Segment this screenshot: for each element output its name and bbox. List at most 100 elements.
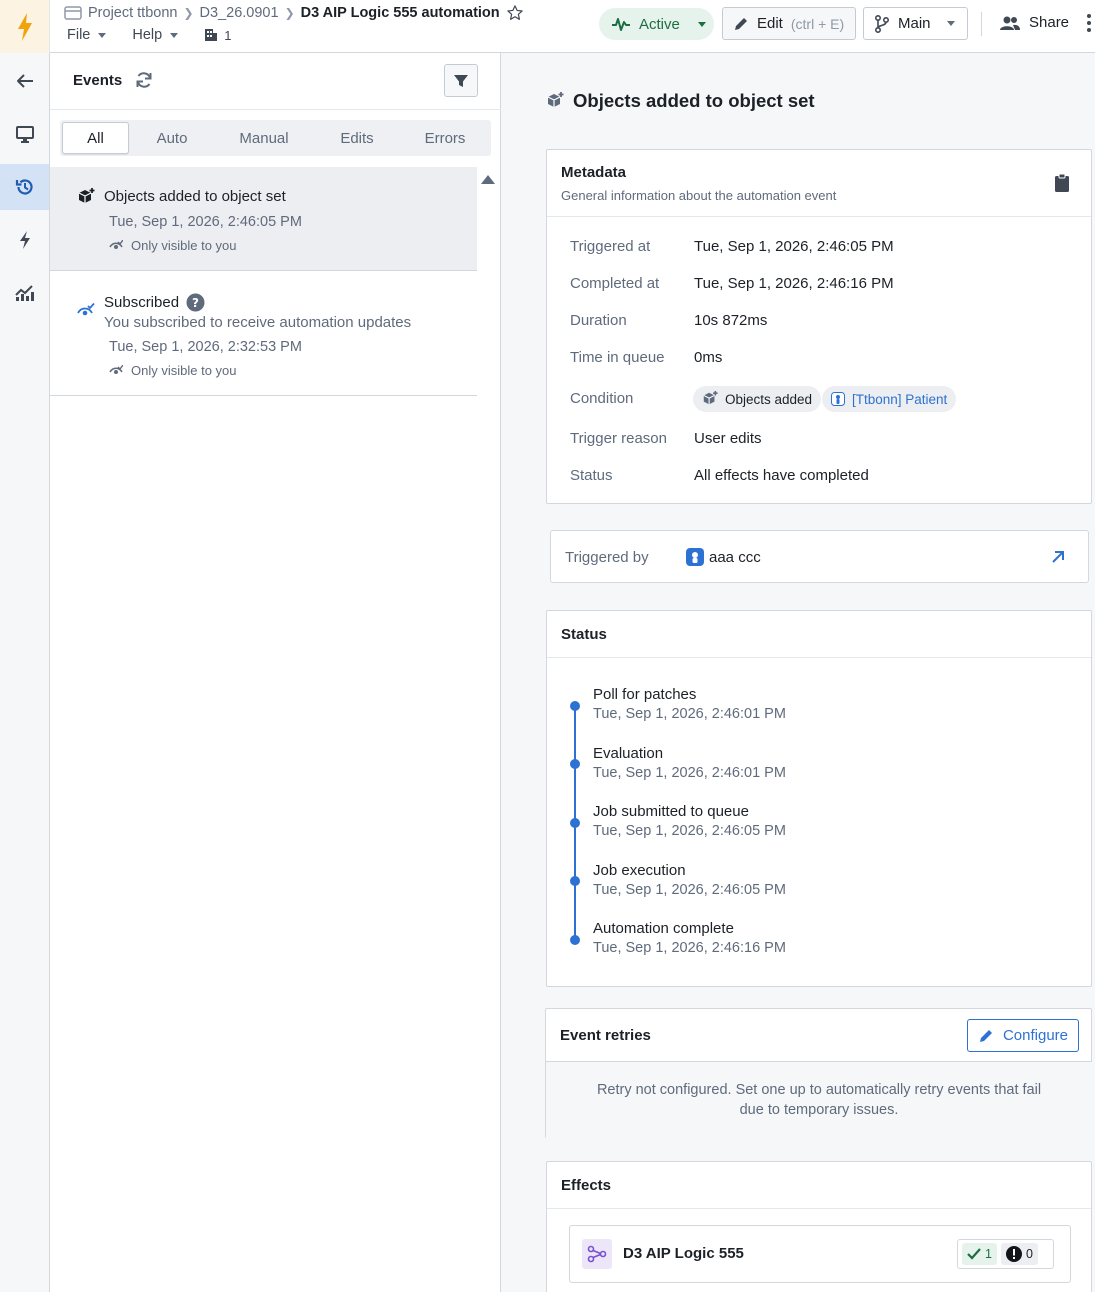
metadata-subheading: General information about the automation…: [561, 188, 837, 203]
tab-label: Manual: [239, 129, 289, 147]
star-icon[interactable]: [506, 4, 524, 22]
app-logo[interactable]: [0, 0, 50, 53]
back-button[interactable]: [0, 58, 49, 104]
tab-manual[interactable]: Manual: [215, 122, 313, 154]
timeline-step-date: Tue, Sep 1, 2026, 2:46:01 PM: [593, 765, 786, 781]
chevron-right-icon: ❯: [183, 6, 194, 20]
timeline-step-name: Automation complete: [593, 920, 734, 937]
scroll-up-arrow-icon[interactable]: [481, 175, 495, 184]
filter-button[interactable]: [444, 64, 478, 97]
metadata-value: User edits: [694, 430, 762, 447]
refresh-button[interactable]: [135, 71, 153, 89]
event-item[interactable]: Objects added to object set Tue, Sep 1, …: [50, 167, 477, 271]
page-title: D3 AIP Logic 555 automation: [300, 5, 500, 21]
workspace-indicator[interactable]: 1: [204, 28, 231, 43]
effect-item[interactable]: D3 AIP Logic 555 1 0: [569, 1225, 1071, 1283]
effect-status-badges: 1 0: [957, 1239, 1054, 1269]
triggered-by-user[interactable]: aaa ccc: [686, 548, 761, 566]
rail-analytics[interactable]: [0, 270, 49, 316]
edit-label: Edit: [757, 15, 783, 32]
status-card: Status Poll for patches Tue, Sep 1, 2026…: [546, 610, 1092, 987]
metadata-key: Completed at: [570, 275, 660, 292]
caret-down-icon: [697, 21, 706, 27]
visibility-label: Only visible to you: [131, 238, 237, 253]
help-menu-label: Help: [132, 27, 163, 43]
tab-auto[interactable]: Auto: [129, 122, 215, 154]
timeline-dot: [570, 759, 580, 769]
event-detail-panel: Objects added to object set Metadata Gen…: [501, 53, 1095, 1292]
condition-chip-objects-added[interactable]: Objects added: [693, 386, 822, 412]
edit-shortcut: (ctrl + E): [790, 15, 845, 32]
folder-icon: [64, 6, 82, 20]
clipboard-icon[interactable]: [1055, 174, 1069, 192]
logic-function-icon: [582, 1239, 612, 1269]
event-retries-heading: Event retries: [560, 1027, 651, 1044]
help-icon[interactable]: ?: [186, 293, 205, 312]
timeline-step-date: Tue, Sep 1, 2026, 2:46:05 PM: [593, 823, 786, 839]
open-external-icon[interactable]: [1050, 549, 1066, 565]
metadata-key: Triggered at: [570, 238, 651, 255]
eye-check-icon: [109, 239, 123, 249]
top-bar: Project ttbonn ❯ D3_26.0901 ❯ D3 AIP Log…: [0, 0, 1095, 53]
breadcrumb-folder[interactable]: D3_26.0901: [200, 5, 279, 21]
building-icon: [205, 29, 218, 41]
filter-icon: [454, 74, 468, 87]
status-card-header: Status: [547, 611, 1091, 658]
git-branch-icon: [875, 14, 890, 33]
timeline-step-date: Tue, Sep 1, 2026, 2:46:16 PM: [593, 940, 786, 956]
metadata-key: Status: [570, 467, 613, 484]
tab-errors[interactable]: Errors: [401, 122, 489, 154]
breadcrumb: Project ttbonn ❯ D3_26.0901 ❯ D3 AIP Log…: [64, 4, 524, 22]
events-header: Events: [50, 53, 501, 110]
chevron-right-icon: ❯: [284, 6, 295, 20]
branch-selector[interactable]: Main: [863, 7, 968, 40]
timeline-step-name: Poll for patches: [593, 686, 697, 703]
metadata-value: All effects have completed: [694, 467, 869, 484]
branch-label: Main: [898, 15, 931, 32]
edit-button[interactable]: Edit (ctrl + E): [722, 7, 856, 40]
effects-card: Effects D3 AIP Logic 555 1 0: [546, 1161, 1092, 1292]
event-item[interactable]: Subscribed ? You subscribed to receive a…: [50, 271, 477, 396]
configure-button[interactable]: Configure: [967, 1019, 1079, 1052]
event-title: Objects added to object set: [104, 188, 286, 205]
check-icon: [967, 1248, 981, 1260]
user-icon: [686, 548, 704, 566]
metadata-card-header: Metadata General information about the a…: [547, 150, 1091, 217]
tab-edits[interactable]: Edits: [313, 122, 401, 154]
bolt-icon: [19, 231, 30, 249]
triggered-by-user-name: aaa ccc: [709, 548, 761, 566]
timeline-dot: [570, 876, 580, 886]
event-date: Tue, Sep 1, 2026, 2:46:05 PM: [109, 214, 302, 230]
timeline-step-name: Job submitted to queue: [593, 803, 749, 820]
breadcrumb-project[interactable]: Project ttbonn: [88, 5, 177, 21]
effects-card-header: Effects: [547, 1162, 1091, 1209]
monitor-icon: [15, 126, 34, 143]
metadata-value: 10s 872ms: [694, 312, 768, 329]
condition-chip-object-type[interactable]: [Ttbonn] Patient: [822, 386, 957, 412]
condition-chip-label: Objects added: [725, 391, 813, 407]
more-menu-icon[interactable]: [1087, 14, 1091, 32]
help-menu[interactable]: Help: [132, 27, 179, 43]
rail-history[interactable]: [0, 164, 49, 210]
menu-bar: File Help 1: [67, 27, 231, 43]
rail-effects[interactable]: [0, 217, 49, 263]
cube-add-icon: [547, 92, 564, 107]
event-subtitle: You subscribed to receive automation upd…: [104, 314, 412, 331]
status-dropdown[interactable]: Active: [599, 8, 714, 40]
tab-label: Errors: [424, 129, 466, 147]
error-badge: 0: [1000, 1243, 1038, 1265]
share-button[interactable]: Share: [1000, 14, 1069, 31]
effects-heading: Effects: [561, 1177, 612, 1194]
tab-all[interactable]: All: [62, 122, 129, 154]
triggered-by-card: Triggered by aaa ccc: [550, 530, 1089, 583]
status-heading: Status: [561, 626, 607, 643]
rail-monitor[interactable]: [0, 111, 49, 157]
retry-message: Retry not configured. Set one up to auto…: [546, 1062, 1092, 1138]
metadata-key: Condition: [570, 390, 634, 407]
people-icon: [1000, 16, 1020, 30]
metadata-card: Metadata General information about the a…: [546, 149, 1092, 504]
workspace-count: 1: [224, 27, 232, 43]
tab-label: Edits: [340, 129, 374, 147]
file-menu[interactable]: File: [67, 27, 107, 43]
left-rail: [0, 53, 50, 1292]
